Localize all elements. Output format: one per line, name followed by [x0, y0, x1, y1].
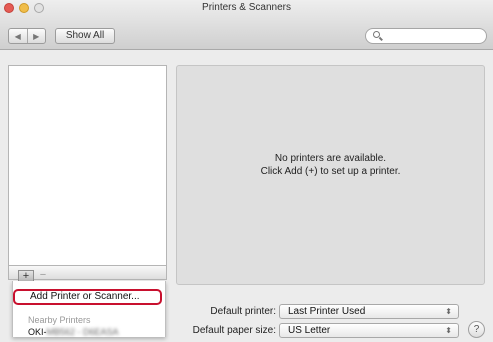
title-bar: Printers & Scanners ◀ ▶ Show All	[0, 0, 493, 50]
default-paper-size-select[interactable]: US Letter ⬍	[279, 323, 459, 338]
default-printer-select[interactable]: Last Printer Used ⬍	[279, 304, 459, 319]
empty-message: No printers are available. Click Add (+)…	[177, 152, 484, 178]
printer-detail-pane: No printers are available. Click Add (+)…	[176, 65, 485, 285]
up-down-chevron-icon: ⬍	[445, 307, 452, 316]
show-all-button[interactable]: Show All	[55, 28, 115, 44]
empty-message-line1: No printers are available.	[274, 153, 387, 164]
nearby-printers-header: Nearby Printers	[28, 315, 91, 325]
up-down-chevron-icon: ⬍	[445, 326, 452, 335]
back-icon: ◀	[14, 31, 21, 41]
window-title: Printers & Scanners	[202, 2, 291, 13]
search-input[interactable]	[386, 30, 481, 42]
default-printer-value: Last Printer Used	[288, 306, 366, 317]
help-button[interactable]: ?	[468, 321, 485, 338]
default-printer-label: Default printer:	[210, 306, 276, 317]
search-icon	[373, 31, 380, 38]
default-paper-size-value: US Letter	[288, 325, 331, 336]
add-printer-or-scanner-menu-item[interactable]: Add Printer or Scanner...	[13, 289, 162, 305]
printers-scanners-window: Printers & Scanners ◀ ▶ Show All + − No …	[0, 0, 493, 342]
printer-list[interactable]	[8, 65, 167, 266]
nearby-printer-item[interactable]: OKI-MB562 - D6EASA	[28, 327, 119, 337]
forward-button[interactable]: ▶	[26, 29, 46, 43]
search-field[interactable]	[365, 28, 487, 44]
empty-message-line2: Click Add (+) to set up a printer.	[260, 166, 401, 177]
default-paper-size-label: Default paper size:	[192, 325, 276, 336]
forward-icon: ▶	[33, 31, 40, 41]
back-button[interactable]: ◀	[9, 29, 27, 43]
nearby-printer-prefix: OKI-	[28, 327, 47, 337]
nav-buttons: ◀ ▶	[8, 28, 46, 44]
nearby-printer-obscured-name: MB562 - D6EASA	[46, 327, 119, 337]
